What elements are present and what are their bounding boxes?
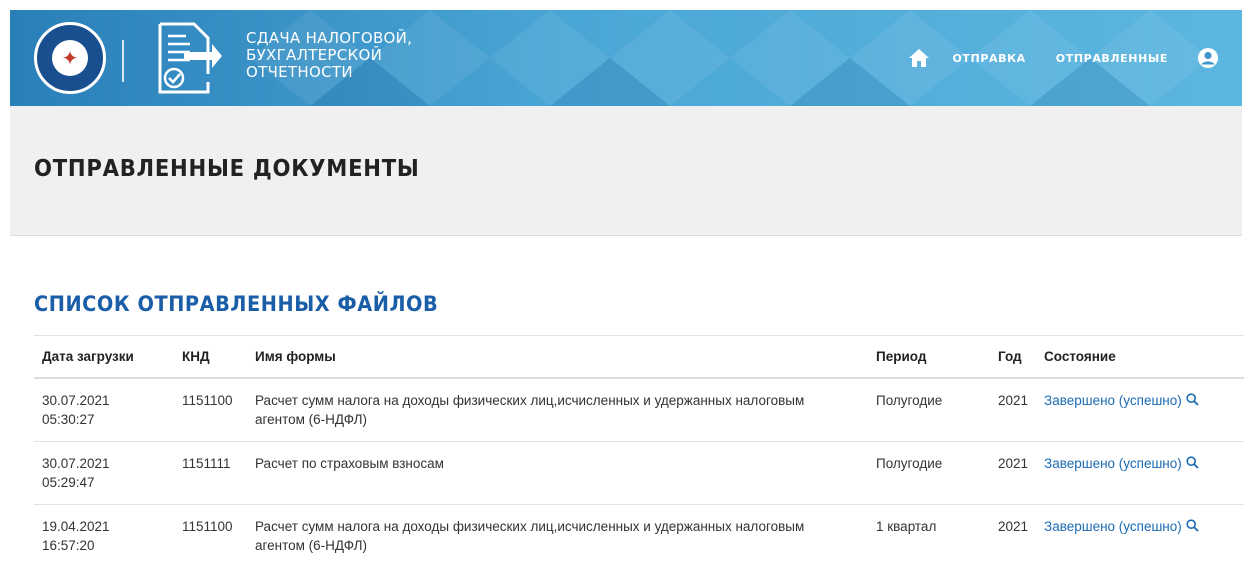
nav-send-link[interactable]: ОТПРАВКА xyxy=(952,52,1025,65)
column-header-knd: КНД xyxy=(174,335,247,379)
status-link[interactable]: Завершено (успешно) xyxy=(1044,456,1199,471)
table-row: 30.07.2021 05:29:47 1151111 Расчет по ст… xyxy=(34,441,1244,505)
cell-status: Завершено (успешно) xyxy=(1036,504,1244,563)
cell-date: 30.07.2021 05:29:47 xyxy=(34,441,174,505)
cell-period: Полугодие xyxy=(868,377,990,442)
site-header: ✦ СДАЧА НАЛОГОВОЙ, БУХГАЛТЕРСКОЙ ОТЧЕТНО… xyxy=(10,10,1242,106)
service-title: СДАЧА НАЛОГОВОЙ, БУХГАЛТЕРСКОЙ ОТЧЕТНОСТ… xyxy=(246,30,466,81)
status-text: Завершено (успешно) xyxy=(1044,392,1182,408)
status-link[interactable]: Завершено (успешно) xyxy=(1044,519,1199,534)
cell-period: 1 квартал xyxy=(868,504,990,563)
service-title-line-1: СДАЧА НАЛОГОВОЙ, xyxy=(246,29,413,47)
column-header-period: Период xyxy=(868,335,990,379)
cell-knd: 1151100 xyxy=(174,377,247,442)
form-name-line-2: агентом (6-НДФЛ) xyxy=(255,411,367,427)
column-header-year: Год xyxy=(990,335,1037,379)
upload-time: 05:30:27 xyxy=(42,411,95,427)
main-nav: ОТПРАВКА ОТПРАВЛЕННЫЕ xyxy=(908,44,1218,72)
upload-date: 19.04.2021 xyxy=(42,518,110,534)
cell-form: Расчет сумм налога на доходы физических … xyxy=(247,377,868,442)
cell-form: Расчет по страховым взносам xyxy=(247,441,868,505)
nav-sent-link[interactable]: ОТПРАВЛЕННЫЕ xyxy=(1056,52,1168,65)
cell-period: Полугодие xyxy=(868,441,990,505)
form-name-line-2: агентом (6-НДФЛ) xyxy=(255,537,367,553)
service-title-line-2: БУХГАЛТЕРСКОЙ xyxy=(246,46,383,64)
cell-year: 2021 xyxy=(990,377,1037,442)
search-icon[interactable] xyxy=(1186,455,1199,469)
search-icon[interactable] xyxy=(1186,392,1199,406)
eagle-icon: ✦ xyxy=(52,40,88,76)
column-header-form: Имя формы xyxy=(247,335,868,379)
column-header-date: Дата загрузки xyxy=(34,335,174,379)
user-icon[interactable] xyxy=(1198,48,1218,68)
form-name-line-1: Расчет по страховым взносам xyxy=(255,455,444,471)
form-name-line-1: Расчет сумм налога на доходы физических … xyxy=(255,392,805,408)
cell-year: 2021 xyxy=(990,504,1037,563)
section-title: СПИСОК ОТПРАВЛЕННЫХ ФАЙЛОВ xyxy=(34,292,439,316)
status-text: Завершено (успешно) xyxy=(1044,518,1182,534)
cell-status: Завершено (успешно) xyxy=(1036,377,1244,442)
cell-year: 2021 xyxy=(990,441,1037,505)
upload-time: 16:57:20 xyxy=(42,537,95,553)
status-link[interactable]: Завершено (успешно) xyxy=(1044,393,1199,408)
cell-knd: 1151111 xyxy=(174,441,247,505)
service-title-line-3: ОТЧЕТНОСТИ xyxy=(246,63,353,81)
cell-date: 19.04.2021 16:57:20 xyxy=(34,504,174,563)
cell-form: Расчет сумм налога на доходы физических … xyxy=(247,504,868,563)
table-header-row: Дата загрузки КНД Имя формы Период Год С… xyxy=(34,335,1244,379)
status-text: Завершено (успешно) xyxy=(1044,455,1182,471)
search-icon[interactable] xyxy=(1186,518,1199,532)
column-header-status: Состояние xyxy=(1036,335,1244,379)
sent-files-table: Дата загрузки КНД Имя формы Период Год С… xyxy=(34,335,1244,563)
page-title-band: ОТПРАВЛЕННЫЕ ДОКУМЕНТЫ xyxy=(10,106,1242,236)
cell-date: 30.07.2021 05:30:27 xyxy=(34,377,174,442)
header-divider xyxy=(122,40,124,82)
form-name-line-1: Расчет сумм налога на доходы физических … xyxy=(255,518,805,534)
tax-document-upload-icon xyxy=(158,22,222,94)
table-row: 19.04.2021 16:57:20 1151100 Расчет сумм … xyxy=(34,504,1244,563)
upload-date: 30.07.2021 xyxy=(42,455,110,471)
page-title: ОТПРАВЛЕННЫЕ ДОКУМЕНТЫ xyxy=(34,156,420,182)
upload-time: 05:29:47 xyxy=(42,474,95,490)
table-row: 30.07.2021 05:30:27 1151100 Расчет сумм … xyxy=(34,377,1244,442)
upload-date: 30.07.2021 xyxy=(42,392,110,408)
fns-emblem-icon[interactable]: ✦ xyxy=(34,22,106,94)
home-icon[interactable] xyxy=(908,48,930,68)
cell-knd: 1151100 xyxy=(174,504,247,563)
cell-status: Завершено (успешно) xyxy=(1036,441,1244,505)
